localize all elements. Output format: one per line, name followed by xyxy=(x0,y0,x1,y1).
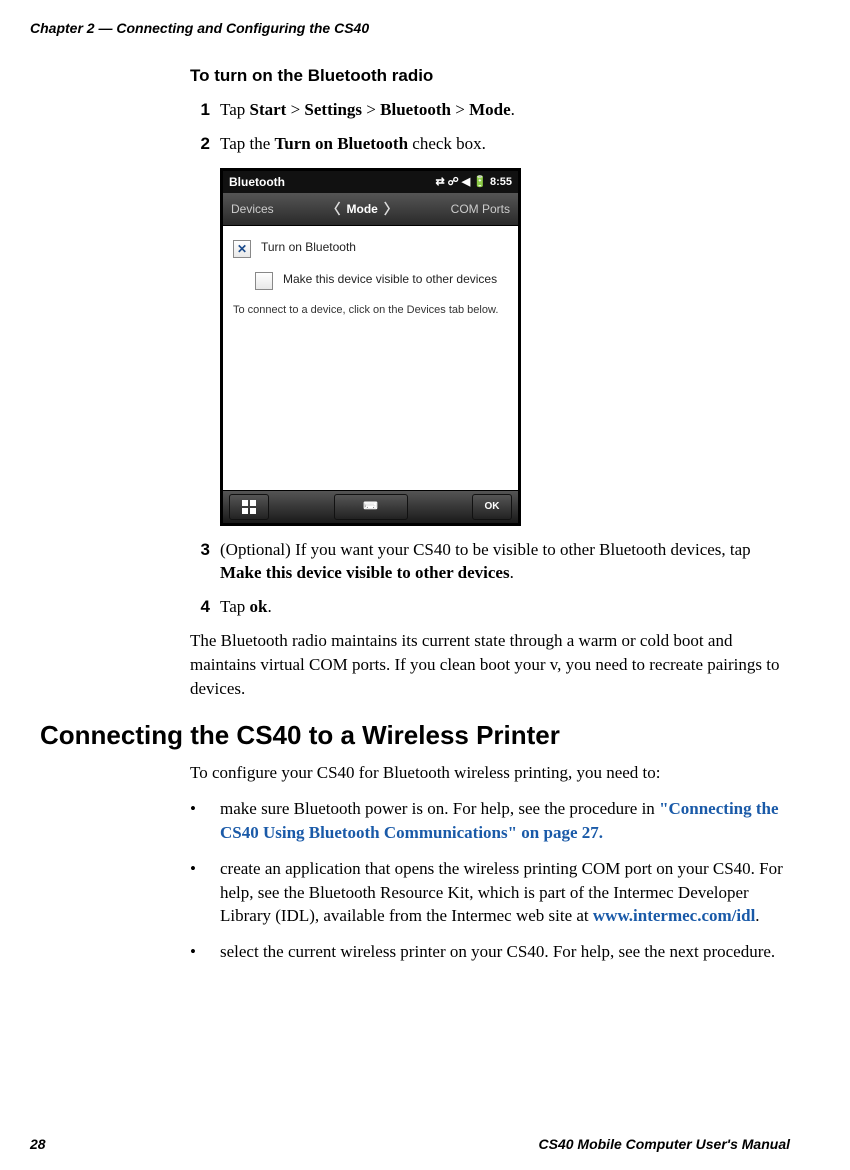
bullet-marker: • xyxy=(190,940,220,964)
visible-to-others-label: Make this device visible to other device… xyxy=(283,272,497,286)
step-1: 1 Tap Start > Settings > Bluetooth > Mod… xyxy=(190,98,790,122)
ok-button[interactable]: OK xyxy=(472,494,512,520)
step-text: Tap Start > Settings > Bluetooth > Mode. xyxy=(220,98,790,122)
bullet-marker: • xyxy=(190,797,220,845)
footer-title: CS40 Mobile Computer User's Manual xyxy=(539,1136,791,1152)
visible-to-others-checkbox[interactable] xyxy=(255,272,273,290)
device-screenshot: Bluetooth ⇄ ☍ ◀ 🔋 8:55 Devices 〈 Mode 〉 … xyxy=(220,168,521,526)
tab-com-ports[interactable]: COM Ports xyxy=(443,202,518,216)
hint-text: To connect to a device, click on the Dev… xyxy=(233,304,508,316)
volume-icon: ◀ xyxy=(462,175,470,188)
step-4: 4 Tap ok. xyxy=(190,595,790,619)
body-paragraph: The Bluetooth radio maintains its curren… xyxy=(190,629,790,700)
step-number: 1 xyxy=(190,98,210,122)
clock: 8:55 xyxy=(490,176,512,188)
page-number: 28 xyxy=(30,1136,46,1152)
step-3: 3 (Optional) If you want your CS40 to be… xyxy=(190,538,790,586)
step-text: (Optional) If you want your CS40 to be v… xyxy=(220,538,790,586)
chapter-header: Chapter 2 — Connecting and Configuring t… xyxy=(30,20,790,36)
windows-icon xyxy=(241,499,257,515)
screen-title: Bluetooth xyxy=(229,175,285,189)
heading-connecting-printer: Connecting the CS40 to a Wireless Printe… xyxy=(40,720,790,751)
tab-mode[interactable]: Mode xyxy=(347,202,378,216)
bullet-marker: • xyxy=(190,857,220,928)
step-number: 2 xyxy=(190,132,210,156)
link-intermec-idl[interactable]: www.intermec.com/idl xyxy=(593,906,755,925)
intro-paragraph: To configure your CS40 for Bluetooth wir… xyxy=(190,761,790,785)
turn-on-bluetooth-label: Turn on Bluetooth xyxy=(261,240,356,254)
signal-icon: ☍ xyxy=(448,175,459,188)
turn-on-bluetooth-checkbox[interactable] xyxy=(233,240,251,258)
chevron-right-icon[interactable]: 〉 xyxy=(384,199,398,219)
start-button[interactable] xyxy=(229,494,269,520)
keyboard-icon: ⌨ xyxy=(363,501,377,512)
keyboard-button[interactable]: ⌨ xyxy=(334,494,408,520)
step-text: Tap the Turn on Bluetooth check box. xyxy=(220,132,790,156)
step-text: Tap ok. xyxy=(220,595,790,619)
battery-icon: 🔋 xyxy=(473,175,487,188)
step-number: 4 xyxy=(190,595,210,619)
chevron-left-icon[interactable]: 〈 xyxy=(327,199,341,219)
section-heading: To turn on the Bluetooth radio xyxy=(190,66,790,86)
connection-icon: ⇄ xyxy=(435,175,444,188)
step-2: 2 Tap the Turn on Bluetooth check box. xyxy=(190,132,790,156)
status-icons: ⇄ ☍ ◀ 🔋 8:55 xyxy=(435,175,512,188)
bullet-item: • make sure Bluetooth power is on. For h… xyxy=(190,797,790,845)
step-number: 3 xyxy=(190,538,210,586)
bullet-item: • select the current wireless printer on… xyxy=(190,940,790,964)
bullet-item: • create an application that opens the w… xyxy=(190,857,790,928)
tab-devices[interactable]: Devices xyxy=(223,202,282,216)
